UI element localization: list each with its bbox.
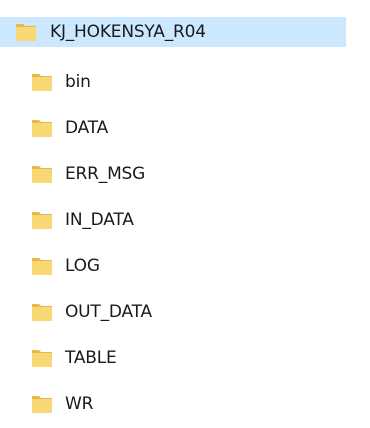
folder-icon <box>32 211 52 229</box>
folder-tree: KJ_HOKENSYA_R04 bin DATA ERR_MSG IN_DATA… <box>0 0 370 428</box>
folder-icon <box>32 73 52 91</box>
folder-icon <box>32 395 52 413</box>
tree-item-out-data[interactable]: OUT_DATA <box>0 298 346 326</box>
tree-item-kj-hokensya-r04[interactable]: KJ_HOKENSYA_R04 <box>0 17 346 47</box>
tree-item-err-msg[interactable]: ERR_MSG <box>0 160 346 188</box>
tree-item-label: DATA <box>65 118 108 138</box>
folder-icon <box>32 165 52 183</box>
tree-item-bin[interactable]: bin <box>0 68 346 96</box>
folder-icon <box>16 23 36 41</box>
tree-item-label: KJ_HOKENSYA_R04 <box>50 22 206 42</box>
folder-icon <box>32 303 52 321</box>
tree-item-label: LOG <box>65 256 100 276</box>
tree-item-label: IN_DATA <box>65 210 134 230</box>
tree-item-table[interactable]: TABLE <box>0 344 346 372</box>
tree-item-label: WR <box>65 394 94 414</box>
tree-item-label: ERR_MSG <box>65 164 146 184</box>
folder-icon <box>32 257 52 275</box>
folder-icon <box>32 119 52 137</box>
folder-icon <box>32 349 52 367</box>
tree-item-in-data[interactable]: IN_DATA <box>0 206 346 234</box>
tree-item-label: TABLE <box>65 348 117 368</box>
tree-item-label: bin <box>65 72 91 92</box>
tree-item-data[interactable]: DATA <box>0 114 346 142</box>
tree-item-log[interactable]: LOG <box>0 252 346 280</box>
tree-item-label: OUT_DATA <box>65 302 152 322</box>
tree-item-wr[interactable]: WR <box>0 390 346 418</box>
